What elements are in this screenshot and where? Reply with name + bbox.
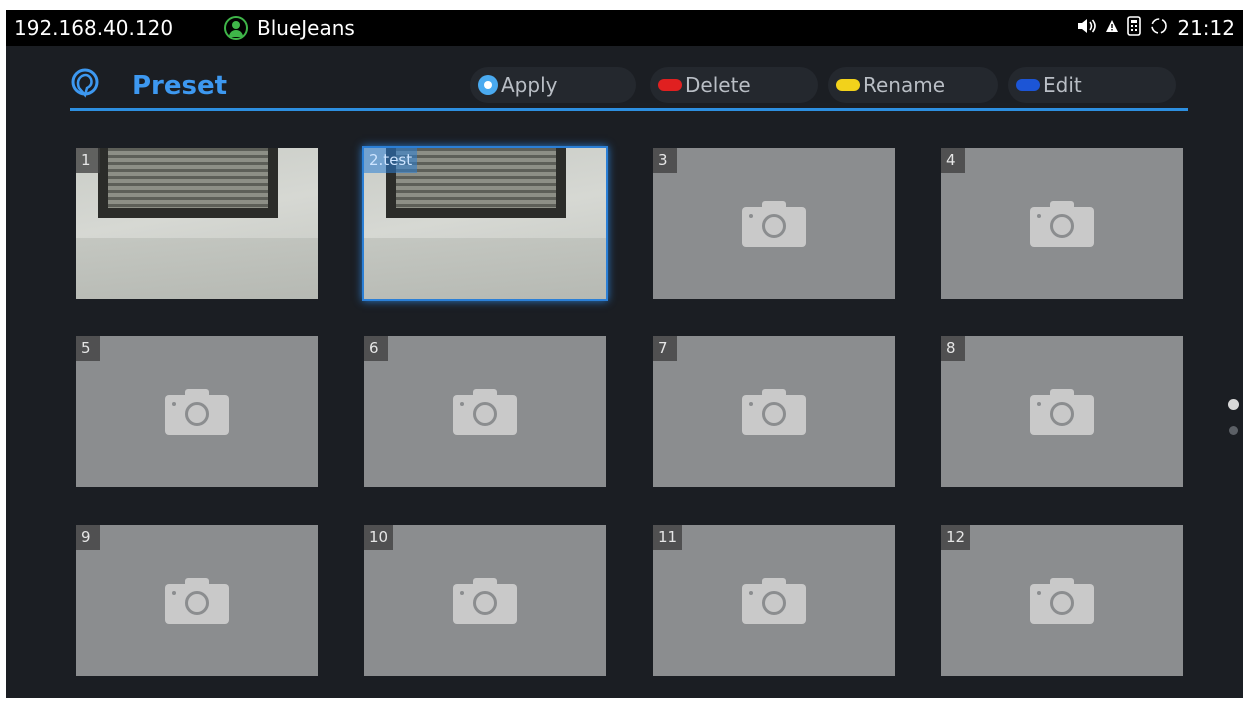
preset-label: 7: [653, 336, 677, 361]
screen: 192.168.40.120 BlueJeans 21:12 Preset Ap…: [6, 10, 1243, 698]
preset-label: 11: [653, 525, 683, 550]
camera-icon: [742, 389, 806, 435]
preset-tile[interactable]: 6: [364, 336, 606, 487]
preset-label: 9: [76, 525, 100, 550]
preset-label: 6: [364, 336, 388, 361]
status-bar: 192.168.40.120 BlueJeans 21:12: [6, 10, 1243, 46]
camera-icon: [742, 201, 806, 247]
camera-icon: [165, 389, 229, 435]
red-key-icon: [658, 79, 682, 91]
yellow-key-icon: [836, 79, 860, 91]
preset-label: 12: [941, 525, 971, 550]
delete-button[interactable]: Delete: [650, 67, 818, 103]
preset-label: 5: [76, 336, 100, 361]
status-ip-address: 192.168.40.120: [14, 16, 174, 40]
preset-label: 3: [653, 148, 677, 173]
preset-label: 10: [364, 525, 394, 550]
rename-button[interactable]: Rename: [828, 67, 998, 103]
camera-icon: [453, 389, 517, 435]
delete-label: Delete: [685, 73, 751, 97]
preset-icon: [70, 68, 100, 98]
camera-icon: [1030, 389, 1094, 435]
preset-label: 1: [76, 148, 100, 173]
camera-icon: [742, 578, 806, 624]
apply-label: Apply: [501, 73, 558, 97]
preset-label: 8: [941, 336, 965, 361]
edit-button[interactable]: Edit: [1008, 67, 1176, 103]
preset-tile[interactable]: 8: [941, 336, 1183, 487]
volume-icon: [1077, 18, 1097, 39]
edit-label: Edit: [1043, 73, 1082, 97]
status-account-name: BlueJeans: [257, 16, 355, 40]
preset-tile[interactable]: 1: [76, 148, 318, 299]
remote-icon: [1127, 15, 1142, 41]
status-account[interactable]: BlueJeans: [224, 12, 355, 44]
preset-snapshot: [76, 148, 318, 299]
page-dot-active[interactable]: [1228, 399, 1239, 410]
preset-tile[interactable]: 5: [76, 336, 318, 487]
page-title: Preset: [132, 71, 228, 101]
camera-icon: [165, 578, 229, 624]
camera-icon: [1030, 201, 1094, 247]
page-dot[interactable]: [1229, 426, 1238, 435]
camera-icon: [1030, 578, 1094, 624]
warning-icon: [1105, 18, 1119, 38]
rename-label: Rename: [863, 73, 946, 97]
preset-tile[interactable]: 3: [653, 148, 895, 299]
account-icon: [224, 16, 248, 40]
header-divider: [70, 108, 1188, 111]
preset-label: 4: [941, 148, 965, 173]
preset-label: 2.test: [364, 148, 418, 173]
blue-key-icon: [478, 75, 498, 95]
header: Preset Apply Delete Rename Edit: [70, 62, 1188, 110]
preset-tile[interactable]: 10: [364, 525, 606, 676]
preset-tile[interactable]: 11: [653, 525, 895, 676]
preset-tile[interactable]: 4: [941, 148, 1183, 299]
blue-pill-key-icon: [1016, 79, 1040, 91]
apply-button[interactable]: Apply: [470, 67, 636, 103]
preset-tile[interactable]: 12: [941, 525, 1183, 676]
sync-icon: [1149, 16, 1169, 41]
status-right: 21:12: [1077, 12, 1235, 44]
preset-tile[interactable]: 9: [76, 525, 318, 676]
preset-tile[interactable]: 2.test: [362, 146, 608, 301]
camera-icon: [453, 578, 517, 624]
status-time: 21:12: [1177, 16, 1235, 40]
preset-tile[interactable]: 7: [653, 336, 895, 487]
